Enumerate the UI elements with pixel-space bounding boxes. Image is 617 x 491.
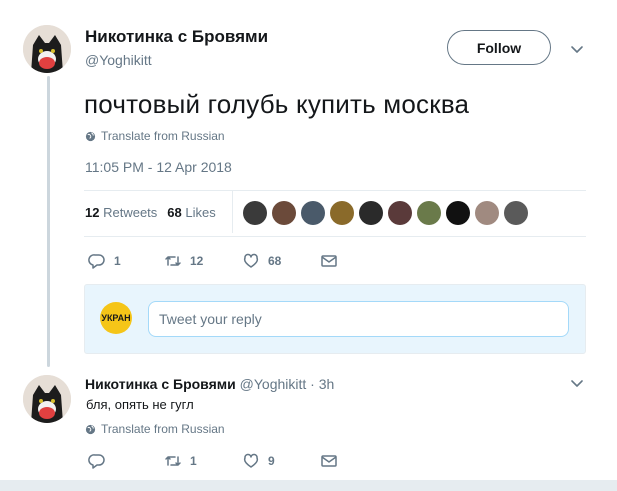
envelope-icon <box>321 455 337 467</box>
retweets-label: Retweets <box>103 205 158 220</box>
retweets-count: 12 <box>85 205 100 220</box>
liker-avatar[interactable] <box>504 201 528 225</box>
liker-avatar[interactable] <box>272 201 296 225</box>
liker-avatar[interactable] <box>446 201 470 225</box>
likes-label: Likes <box>185 205 216 220</box>
likes-stat[interactable]: 68 Likes <box>167 205 215 220</box>
my-avatar-logo: УКРАН <box>101 313 131 323</box>
reply-translate-link[interactable]: Translate from Russian <box>85 422 225 436</box>
reply-retweet-action[interactable]: 1 <box>164 452 242 470</box>
author-handle[interactable]: @Yoghikitt <box>85 52 152 68</box>
reply-author-name[interactable]: Никотинка с Бровями <box>85 376 236 392</box>
reply-time[interactable]: · 3h <box>310 376 334 392</box>
follow-button[interactable]: Follow <box>447 30 551 65</box>
reply-chevron-down-icon[interactable] <box>569 375 585 391</box>
tweet-actions: 1 12 68 <box>88 252 338 270</box>
retweet-action[interactable]: 12 <box>164 252 242 270</box>
tweet-stats: 12 Retweets 68 Likes <box>85 205 216 220</box>
reply-author-avatar[interactable] <box>23 375 71 423</box>
reply-action[interactable]: 1 <box>88 252 164 270</box>
reply-count: 1 <box>114 254 121 268</box>
heart-icon <box>243 453 259 468</box>
divider <box>84 190 586 191</box>
liker-avatar[interactable] <box>301 201 325 225</box>
reply-actions: 1 9 <box>88 452 338 470</box>
globe-icon <box>85 424 96 435</box>
direct-message-action[interactable] <box>320 252 338 270</box>
chevron-down-icon[interactable] <box>569 41 585 57</box>
translate-label: Translate from Russian <box>101 129 225 143</box>
reply-reply-action[interactable] <box>88 452 164 470</box>
like-count: 68 <box>268 254 282 268</box>
my-avatar[interactable]: УКРАН <box>100 302 132 334</box>
retweets-stat[interactable]: 12 Retweets <box>85 205 157 220</box>
reply-translate-label: Translate from Russian <box>101 422 225 436</box>
bottom-strip <box>0 480 617 491</box>
retweet-count: 12 <box>190 254 204 268</box>
reply-text: бля, опять не гугл <box>86 397 194 412</box>
translate-link[interactable]: Translate from Russian <box>85 129 225 143</box>
thread-line <box>47 76 50 367</box>
liker-avatar[interactable] <box>475 201 499 225</box>
reply-icon <box>88 254 105 269</box>
globe-icon <box>85 131 96 142</box>
liker-avatar[interactable] <box>417 201 441 225</box>
liker-avatar[interactable] <box>243 201 267 225</box>
reply-like-action[interactable]: 9 <box>242 452 320 470</box>
author-name[interactable]: Никотинка с Бровями <box>85 27 268 47</box>
reply-header: Никотинка с Бровями @Yoghikitt · 3h <box>85 376 334 392</box>
reply-input[interactable]: Tweet your reply <box>148 301 569 337</box>
retweet-icon <box>165 256 181 266</box>
reply-icon <box>88 454 105 469</box>
envelope-icon <box>321 255 337 267</box>
liker-avatars <box>243 201 528 225</box>
tweet-timestamp[interactable]: 11:05 PM - 12 Apr 2018 <box>85 159 232 175</box>
liker-avatar[interactable] <box>359 201 383 225</box>
likes-count: 68 <box>167 205 182 220</box>
author-avatar[interactable] <box>23 25 71 73</box>
reply-author-handle[interactable]: @Yoghikitt <box>240 376 307 392</box>
liker-avatar[interactable] <box>330 201 354 225</box>
retweet-icon <box>165 456 181 466</box>
heart-icon <box>243 253 259 268</box>
divider <box>84 236 586 237</box>
like-action[interactable]: 68 <box>242 252 320 270</box>
stats-separator <box>232 191 233 233</box>
reply-like-count: 9 <box>268 454 275 468</box>
reply-retweet-count: 1 <box>190 454 197 468</box>
liker-avatar[interactable] <box>388 201 412 225</box>
tweet-text: почтовый голубь купить москва <box>84 89 470 119</box>
reply-direct-message-action[interactable] <box>320 452 338 470</box>
